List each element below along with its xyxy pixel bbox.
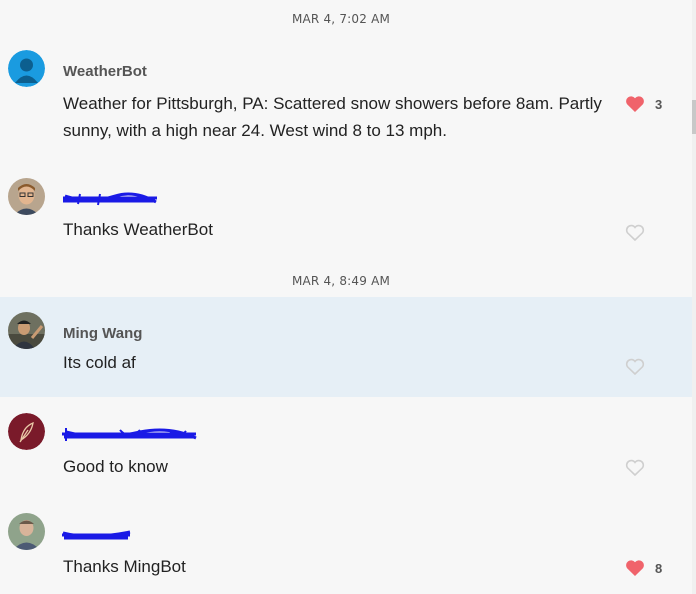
message-ming-wang[interactable]: Ming Wang Its cold af [0, 297, 692, 397]
redacted-name-scribble [62, 530, 131, 540]
heart-outline-icon [625, 459, 645, 477]
like-count: 3 [655, 96, 663, 112]
avatar[interactable] [8, 513, 45, 550]
message-redacted-3[interactable]: Thanks MingBot 8 [0, 505, 692, 590]
avatar[interactable] [8, 312, 45, 349]
like-button[interactable] [625, 457, 675, 479]
like-button[interactable]: 3 [625, 93, 675, 115]
message-weatherbot[interactable]: WeatherBot Weather for Pittsburgh, PA: S… [0, 45, 692, 155]
user-silhouette-icon [8, 50, 45, 87]
heart-filled-icon [626, 96, 644, 112]
scrollbar-thumb[interactable] [692, 100, 696, 134]
message-redacted-2[interactable]: Good to know [0, 405, 692, 490]
message-author[interactable]: WeatherBot [63, 63, 147, 80]
message-text: Thanks MingBot [63, 557, 186, 576]
person-photo-icon [8, 178, 45, 215]
redacted-name-scribble [63, 192, 157, 206]
message-author[interactable]: Ming Wang [63, 325, 142, 342]
avatar[interactable] [8, 50, 45, 87]
like-button[interactable]: 8 [625, 557, 675, 579]
timestamp-divider: MAR 4, 8:49 AM [291, 274, 391, 288]
avatar[interactable] [8, 178, 45, 215]
like-button[interactable] [625, 222, 675, 244]
message-redacted-1[interactable]: Thanks WeatherBot [0, 170, 692, 255]
message-text: Its cold af [63, 353, 136, 372]
chat-thread: MAR 4, 7:02 AM WeatherBot Weather for Pi… [0, 0, 692, 594]
heart-outline-icon [625, 358, 645, 376]
person-photo-icon [8, 513, 45, 550]
message-text: Thanks WeatherBot [63, 220, 213, 239]
heart-outline-icon [625, 224, 645, 242]
message-text: Weather for Pittsburgh, PA: Scattered sn… [63, 94, 602, 140]
scrollbar[interactable] [692, 0, 696, 594]
like-count: 8 [655, 560, 663, 576]
feather-icon [8, 413, 45, 450]
avatar[interactable] [8, 413, 45, 450]
timestamp-divider: MAR 4, 7:02 AM [291, 12, 391, 26]
message-text: Good to know [63, 457, 168, 476]
person-photo-icon [8, 312, 45, 349]
like-button[interactable] [625, 356, 675, 378]
redacted-name-scribble [62, 428, 197, 441]
heart-filled-icon [626, 560, 644, 576]
